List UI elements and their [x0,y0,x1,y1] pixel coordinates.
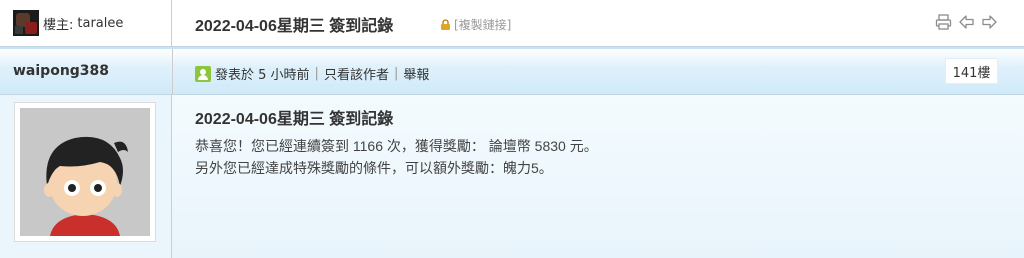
print-icon[interactable] [935,14,952,30]
copy-link-label: [複製鏈接] [454,18,512,32]
owner-name-link[interactable]: taralee [77,16,123,31]
post-text-line: 恭喜您！您已經連續簽到 1166 次，獲得獎勵： 論壇幣 5830 元。 [195,138,598,154]
owner-label: 樓主: [43,17,74,33]
column-divider [172,49,173,96]
previous-thread-icon[interactable] [958,14,975,30]
thread-title: 2022-04-06星期三 簽到記錄 [195,18,394,35]
meta-separator: | [393,66,399,81]
online-status-icon [195,65,211,82]
report-link[interactable]: 舉報 [403,64,429,83]
author-avatar[interactable] [14,102,156,242]
thread-header: 樓主: taralee 2022-04-06星期三 簽到記錄 [複製鏈接] [0,0,1024,47]
post-author-bar: waipong388 發表於 5 小時前 | 只看該作者 | 舉報 141樓 [0,47,1024,96]
author-column [0,95,172,258]
meta-separator: | [314,66,319,81]
thread-owner: 樓主: taralee [0,0,172,46]
post-body: 2022-04-06星期三 簽到記錄 恭喜您！您已經連續簽到 1166 次，獲得… [0,95,1024,258]
floor-number-link[interactable]: 141樓 [945,58,998,84]
post-title: 2022-04-06星期三 簽到記錄 [195,111,394,128]
lock-icon [441,19,450,30]
thread-tools [935,14,998,30]
copy-link[interactable]: [複製鏈接] [440,16,511,33]
only-author-link[interactable]: 只看該作者 [324,64,389,83]
posted-time: 發表於 5 小時前 [215,68,310,83]
avatar-image [20,108,150,236]
post-meta: 發表於 5 小時前 | 只看該作者 | 舉報 [195,64,429,83]
owner-avatar[interactable] [13,10,39,36]
next-thread-icon[interactable] [981,14,998,30]
post-text-line: 另外您已經達成特殊獎勵的條件，可以額外獎勵：魄力5。 [195,160,553,176]
author-name-link[interactable]: waipong388 [13,63,109,79]
